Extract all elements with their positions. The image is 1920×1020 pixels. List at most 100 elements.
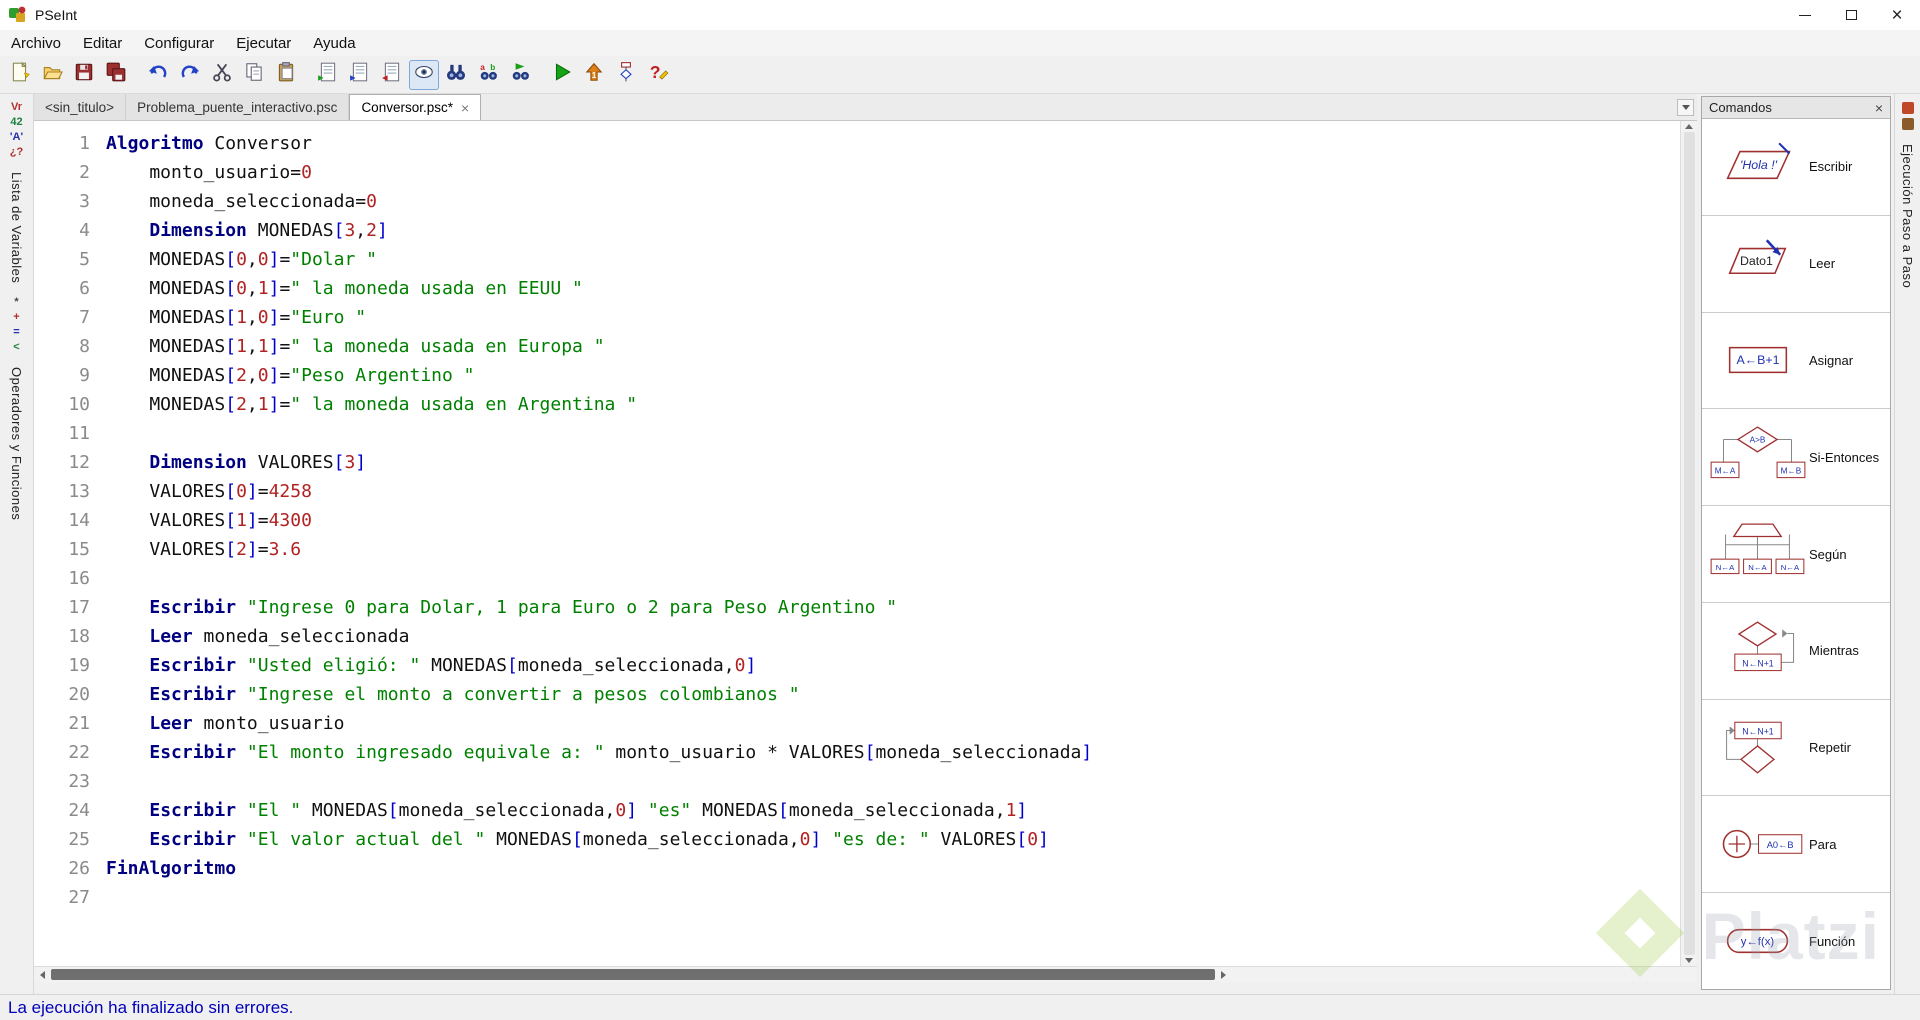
code-text: Escribir "El " MONEDAS[moneda_selecciona…	[149, 800, 1028, 821]
cmd-para-icon: A0←B	[1706, 810, 1809, 878]
editor-content-row: 1 Algoritmo Conversor 2 monto_usuario=0 3 m…	[34, 121, 1697, 966]
code-line[interactable]: 15 VALORES[2]=3.6	[34, 535, 1680, 564]
undo-button[interactable]	[143, 60, 173, 90]
line-number: 8	[79, 336, 90, 357]
sidebar-tab-lista-de-variables[interactable]: Lista de Variables	[9, 172, 24, 283]
cmd-segun-icon: N←A N←A N←A	[1706, 520, 1809, 588]
line-number: 7	[79, 307, 90, 328]
menu-item-ayuda[interactable]: Ayuda	[302, 30, 366, 56]
code-line[interactable]: 4 Dimension MONEDAS[3,2]	[34, 216, 1680, 245]
breakpoint-icon[interactable]	[1901, 118, 1914, 130]
code-line[interactable]: 22 Escribir "El monto ingresado equivale…	[34, 738, 1680, 767]
horizontal-scroll-thumb[interactable]	[51, 969, 1216, 980]
line-number: 3	[79, 191, 90, 212]
command-item-funcion[interactable]: y←f(x) Función	[1702, 893, 1890, 990]
code-line[interactable]: 2 monto_usuario=0	[34, 158, 1680, 187]
close-button[interactable]: ×	[1874, 0, 1920, 30]
code-line[interactable]: 27	[34, 883, 1680, 912]
lista-de-variables-icon: 42	[10, 116, 23, 128]
help-quick-button[interactable]: ?	[643, 60, 673, 90]
sidebar-tab-operadores-y-funciones[interactable]: Operadores y Funciones	[9, 367, 24, 520]
line-number: 6	[79, 278, 90, 299]
copy-button[interactable]	[239, 60, 269, 90]
line-number: 14	[68, 510, 90, 531]
command-item-segun[interactable]: N←A N←A N←A Según	[1702, 506, 1890, 603]
code-line[interactable]: 19 Escribir "Usted eligió: " MONEDAS[mon…	[34, 651, 1680, 680]
save-file-button[interactable]	[69, 60, 99, 90]
code-editor[interactable]: 1 Algoritmo Conversor 2 monto_usuario=0 3 m…	[34, 121, 1680, 966]
menu-item-configurar[interactable]: Configurar	[133, 30, 225, 56]
find-button[interactable]	[441, 60, 471, 90]
command-item-mientras[interactable]: N←N+1 Mientras	[1702, 602, 1890, 700]
scroll-up-icon	[1685, 124, 1693, 129]
uncomment-doc-button[interactable]	[377, 60, 407, 90]
tab-conversor-psc[interactable]: Conversor.psc* ×	[349, 94, 482, 120]
command-item-si-entonces[interactable]: A>B M←A M←B Si-Entonces	[1702, 409, 1890, 507]
line-number: 22	[68, 742, 90, 763]
code-line[interactable]: 13 VALORES[0]=4258	[34, 477, 1680, 506]
code-line[interactable]: 11	[34, 419, 1680, 448]
cut-button[interactable]	[207, 60, 237, 90]
code-line[interactable]: 18 Leer moneda_seleccionada	[34, 622, 1680, 651]
command-item-asignar[interactable]: A←B+1 Asignar	[1702, 312, 1890, 410]
command-label: Escribir	[1809, 159, 1853, 175]
syntax-check-button[interactable]	[409, 59, 439, 90]
code-line[interactable]: 21 Leer monto_usuario	[34, 709, 1680, 738]
save-all-button[interactable]	[101, 60, 131, 90]
code-text: VALORES[2]=3.6	[106, 539, 302, 560]
paste-button[interactable]	[271, 60, 301, 90]
code-text: VALORES[1]=4300	[106, 510, 312, 531]
tab-close-icon[interactable]: ×	[461, 101, 469, 115]
open-file-button[interactable]	[37, 60, 67, 90]
comment-doc-button[interactable]	[345, 60, 375, 90]
indent-doc-button[interactable]	[313, 60, 343, 90]
redo-button[interactable]	[175, 60, 205, 90]
code-line[interactable]: 9 MONEDAS[2,0]="Peso Argentino "	[34, 361, 1680, 390]
code-line[interactable]: 6 MONEDAS[0,1]=" la moneda usada en EEUU…	[34, 274, 1680, 303]
run-step-button[interactable]: 1	[579, 60, 609, 90]
code-line[interactable]: 20 Escribir "Ingrese el monto a converti…	[34, 680, 1680, 709]
code-line[interactable]: 25 Escribir "El valor actual del " MONED…	[34, 825, 1680, 854]
code-line[interactable]: 1 Algoritmo Conversor	[34, 129, 1680, 158]
operadores-y-funciones-icon: <	[13, 341, 20, 354]
menu-item-ejecutar[interactable]: Ejecutar	[225, 30, 302, 56]
menu-item-archivo[interactable]: Archivo	[0, 30, 72, 56]
code-line[interactable]: 23	[34, 767, 1680, 796]
code-line[interactable]: 12 Dimension VALORES[3]	[34, 448, 1680, 477]
command-item-para[interactable]: A0←B Para	[1702, 796, 1890, 894]
draw-flowchart-button[interactable]	[611, 60, 641, 90]
find-replace-button[interactable]: ab	[473, 60, 503, 90]
svg-text:N←N+1: N←N+1	[1742, 726, 1773, 736]
find-next-button[interactable]	[505, 60, 535, 90]
code-line[interactable]: 26 FinAlgoritmo	[34, 854, 1680, 883]
menu-item-editar[interactable]: Editar	[72, 30, 133, 56]
code-line[interactable]: 24 Escribir "El " MONEDAS[moneda_selecci…	[34, 796, 1680, 825]
right-sidebar-label[interactable]: Ejecución Paso a Paso	[1900, 144, 1915, 288]
tab-list-dropdown-button[interactable]	[1677, 99, 1694, 116]
line-number: 24	[68, 800, 90, 821]
step-run-icon[interactable]	[1901, 102, 1914, 114]
code-line[interactable]: 16	[34, 564, 1680, 593]
code-line[interactable]: 14 VALORES[1]=4300	[34, 506, 1680, 535]
run-button[interactable]	[547, 60, 577, 90]
command-item-escribir[interactable]: 'Hola !' Escribir	[1702, 119, 1890, 216]
code-line[interactable]: 3 moneda_seleccionada=0	[34, 187, 1680, 216]
toolbar-separator	[536, 60, 546, 90]
tab-sin-titulo[interactable]: <sin_titulo>	[34, 94, 127, 120]
horizontal-scrollbar[interactable]	[34, 966, 1697, 982]
vertical-scroll-thumb[interactable]	[1683, 132, 1695, 955]
code-line[interactable]: 17 Escribir "Ingrese 0 para Dolar, 1 par…	[34, 593, 1680, 622]
code-line[interactable]: 5 MONEDAS[0,0]="Dolar "	[34, 245, 1680, 274]
code-line[interactable]: 8 MONEDAS[1,1]=" la moneda usada en Euro…	[34, 332, 1680, 361]
commands-close-button[interactable]: ×	[1875, 101, 1883, 115]
maximize-button[interactable]	[1828, 0, 1874, 30]
line-number: 27	[68, 887, 90, 908]
command-item-leer[interactable]: Dato1 Leer	[1702, 215, 1890, 313]
code-line[interactable]: 7 MONEDAS[1,0]="Euro "	[34, 303, 1680, 332]
command-item-repetir[interactable]: N←N+1 Repetir	[1702, 699, 1890, 797]
code-line[interactable]: 10 MONEDAS[2,1]=" la moneda usada en Arg…	[34, 390, 1680, 419]
new-file-button[interactable]	[5, 60, 35, 90]
minimize-button[interactable]	[1782, 0, 1828, 30]
vertical-scrollbar[interactable]	[1680, 121, 1697, 966]
tab-problema-puente-interactivo-psc[interactable]: Problema_puente_interactivo.psc	[126, 94, 350, 120]
